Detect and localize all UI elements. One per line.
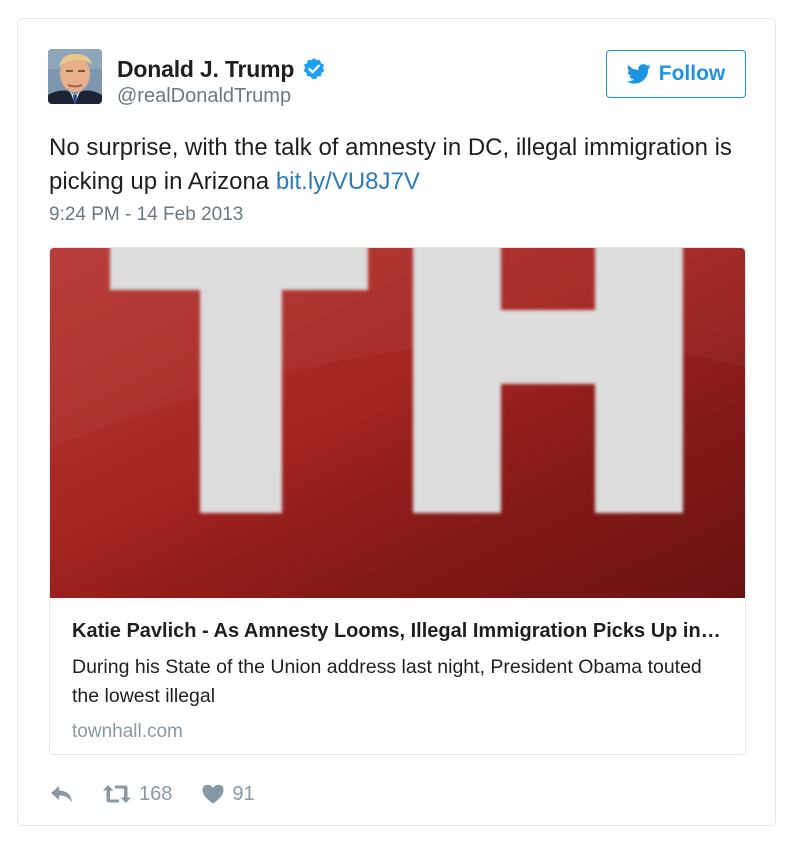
like-count: 91 <box>232 782 255 805</box>
avatar[interactable] <box>48 49 102 104</box>
display-name[interactable]: Donald J. Trump <box>117 56 294 83</box>
reply-button[interactable] <box>49 783 75 805</box>
retweet-button[interactable]: 168 <box>103 783 172 806</box>
tweet-link[interactable]: bit.ly/VU8J7V <box>276 168 420 195</box>
retweet-count: 168 <box>139 782 173 805</box>
verified-badge-icon <box>302 57 326 81</box>
link-preview-card[interactable]: Katie Pavlich - As Amnesty Looms, Illega… <box>49 247 746 755</box>
tweet-actions: 168 91 <box>49 779 255 809</box>
card-image <box>50 248 745 598</box>
tweet-text: No surprise, with the talk of amnesty in… <box>49 131 749 199</box>
heart-icon <box>202 784 224 804</box>
reply-icon <box>51 786 72 802</box>
retweet-icon <box>103 785 131 803</box>
avatar-image <box>48 49 102 104</box>
card-body: Katie Pavlich - As Amnesty Looms, Illega… <box>50 598 745 754</box>
card-domain: townhall.com <box>72 721 183 742</box>
follow-button[interactable]: Follow <box>606 50 746 98</box>
follow-button-label: Follow <box>658 62 726 85</box>
tweet-card: Donald J. Trump @realDonaldTrump Follow … <box>17 18 776 826</box>
tweet-timestamp[interactable]: 9:24 PM - 14 Feb 2013 <box>49 204 243 226</box>
card-title: Katie Pavlich - As Amnesty Looms, Illega… <box>72 620 725 642</box>
name-row: Donald J. Trump <box>117 54 326 84</box>
like-button[interactable]: 91 <box>202 782 255 806</box>
twitter-bird-icon <box>626 64 651 84</box>
card-description: During his State of the Union address la… <box>72 656 702 707</box>
user-handle[interactable]: @realDonaldTrump <box>117 85 291 108</box>
townhall-logo-image <box>50 248 745 598</box>
